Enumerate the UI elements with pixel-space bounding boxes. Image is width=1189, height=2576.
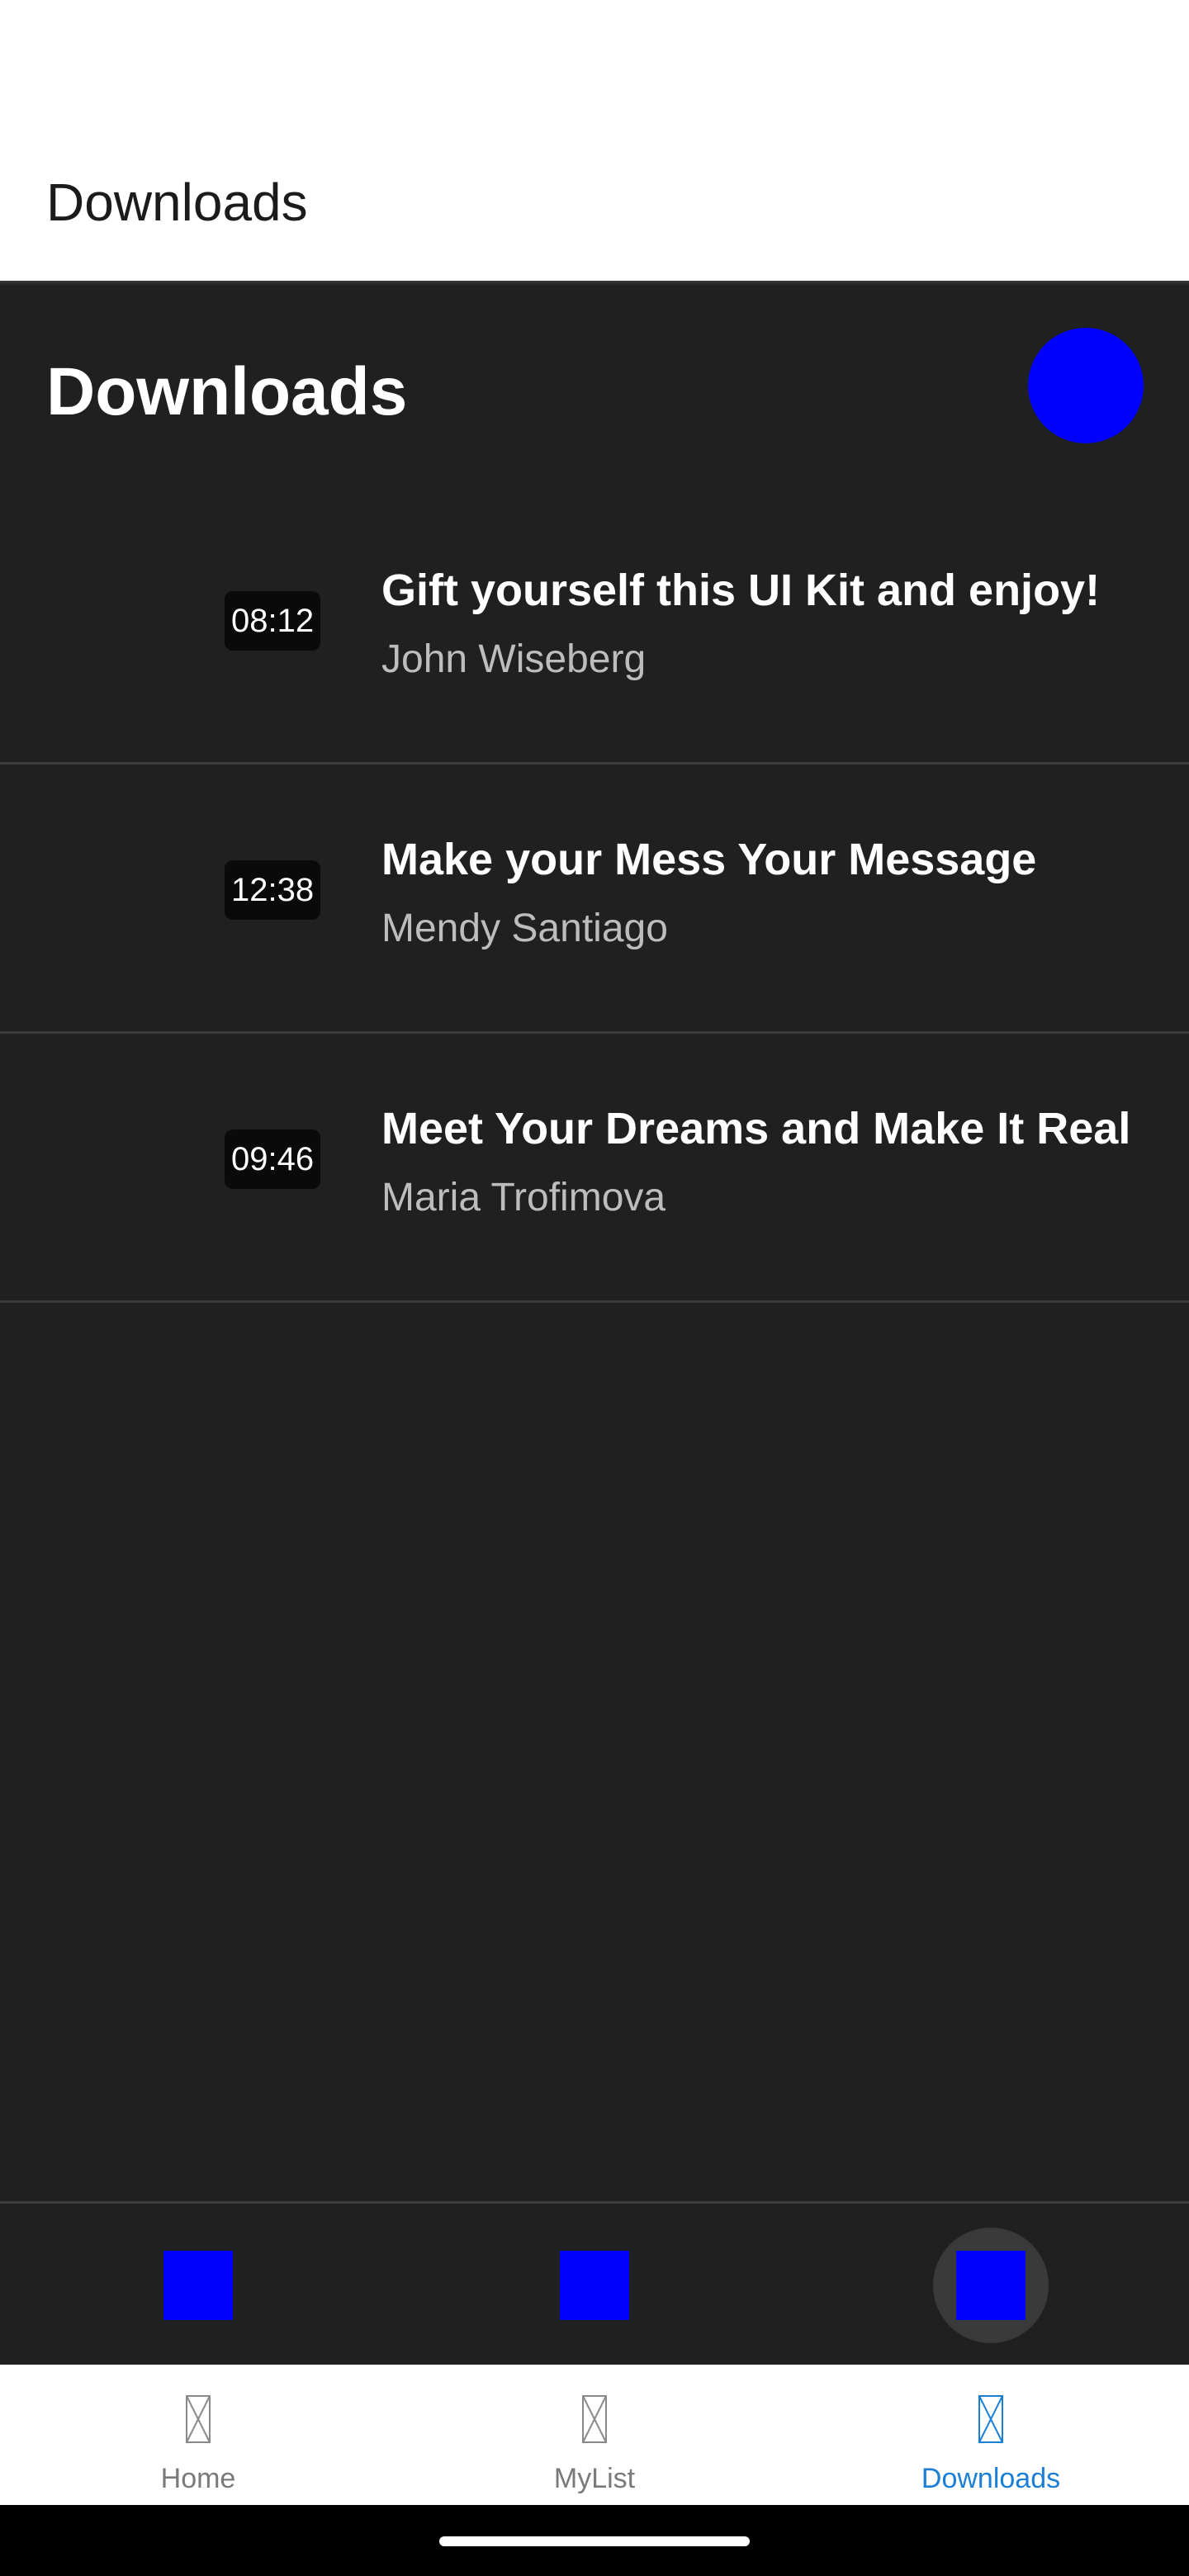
app-bar: Downloads (0, 0, 1189, 281)
downloads-list: 08:12 Gift yourself this UI Kit and enjo… (0, 495, 1189, 1303)
video-title: Gift yourself this UI Kit and enjoy! (381, 566, 1101, 615)
placeholder-icon (978, 2395, 1003, 2443)
bottom-navigation: Home MyList Downloads (0, 2365, 1189, 2505)
downloads-screen: Downloads 08:12 Gift yourself this UI Ki… (0, 281, 1189, 2201)
duration-badge: 12:38 (225, 860, 321, 920)
duration-badge: 09:46 (225, 1129, 321, 1189)
video-author: Maria Trofimova (381, 1176, 666, 1219)
nav-item-home[interactable]: Home (0, 2365, 396, 2505)
mylist-tab-button[interactable] (560, 2251, 629, 2320)
video-title: Meet Your Dreams and Make It Real (381, 1104, 1131, 1153)
divider (0, 281, 1189, 286)
downloads-tab-button[interactable] (956, 2251, 1026, 2320)
video-author: Mendy Santiago (381, 907, 668, 950)
nav-label: Home (160, 2463, 236, 2494)
list-item[interactable]: 08:12 Gift yourself this UI Kit and enjo… (0, 495, 1189, 765)
placeholder-icon (582, 2395, 607, 2443)
list-item[interactable]: 12:38 Make your Mess Your Message Mendy … (0, 765, 1189, 1034)
tab-icon-strip (0, 2201, 1189, 2365)
list-item[interactable]: 09:46 Meet Your Dreams and Make It Real … (0, 1034, 1189, 1303)
gesture-handle[interactable] (439, 2536, 750, 2546)
profile-avatar-button[interactable] (1028, 328, 1144, 443)
video-title: Make your Mess Your Message (381, 835, 1037, 884)
system-navigation-bar (0, 2505, 1189, 2576)
nav-label: Downloads (921, 2463, 1061, 2494)
nav-item-downloads[interactable]: Downloads (793, 2365, 1189, 2505)
video-author: John Wiseberg (381, 637, 647, 681)
home-tab-button[interactable] (163, 2251, 233, 2320)
nav-item-mylist[interactable]: MyList (396, 2365, 793, 2505)
nav-label: MyList (553, 2463, 636, 2494)
page-title: Downloads (46, 354, 408, 429)
app-bar-title: Downloads (46, 173, 308, 232)
placeholder-icon (186, 2395, 211, 2443)
duration-badge: 08:12 (225, 591, 321, 651)
